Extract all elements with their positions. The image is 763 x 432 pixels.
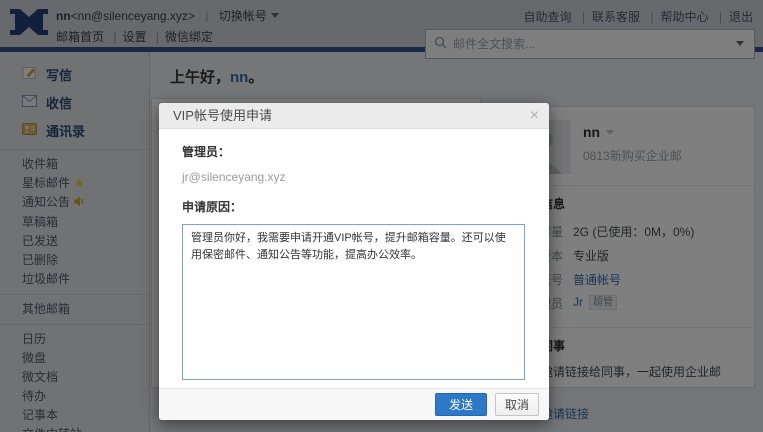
reason-label: 申请原因： — [182, 200, 243, 214]
admin-email: jr@silenceyang.xyz — [182, 170, 286, 184]
reason-textarea[interactable]: 管理员你好，我需要申请开通VIP帐号，提升邮箱容量。还可以使用保密邮件、通知公告… — [182, 224, 525, 380]
send-button[interactable]: 发送 — [434, 393, 487, 416]
dialog-title: VIP帐号使用申请 — [159, 103, 549, 129]
vip-request-dialog: VIP帐号使用申请 × 管理员： jr@silenceyang.xyz 申请原因… — [159, 103, 549, 420]
dialog-body: 管理员： jr@silenceyang.xyz 申请原因： 管理员你好，我需要申… — [159, 129, 549, 380]
cancel-button[interactable]: 取消 — [494, 393, 539, 416]
dialog-footer: 发送 取消 — [159, 388, 549, 420]
admin-label: 管理员： — [182, 145, 231, 159]
close-icon[interactable]: × — [530, 106, 539, 126]
exmail-app: nn<nn@silenceyang.xyz> | 切换帐号 邮箱首页 设置 微信… — [0, 0, 763, 432]
